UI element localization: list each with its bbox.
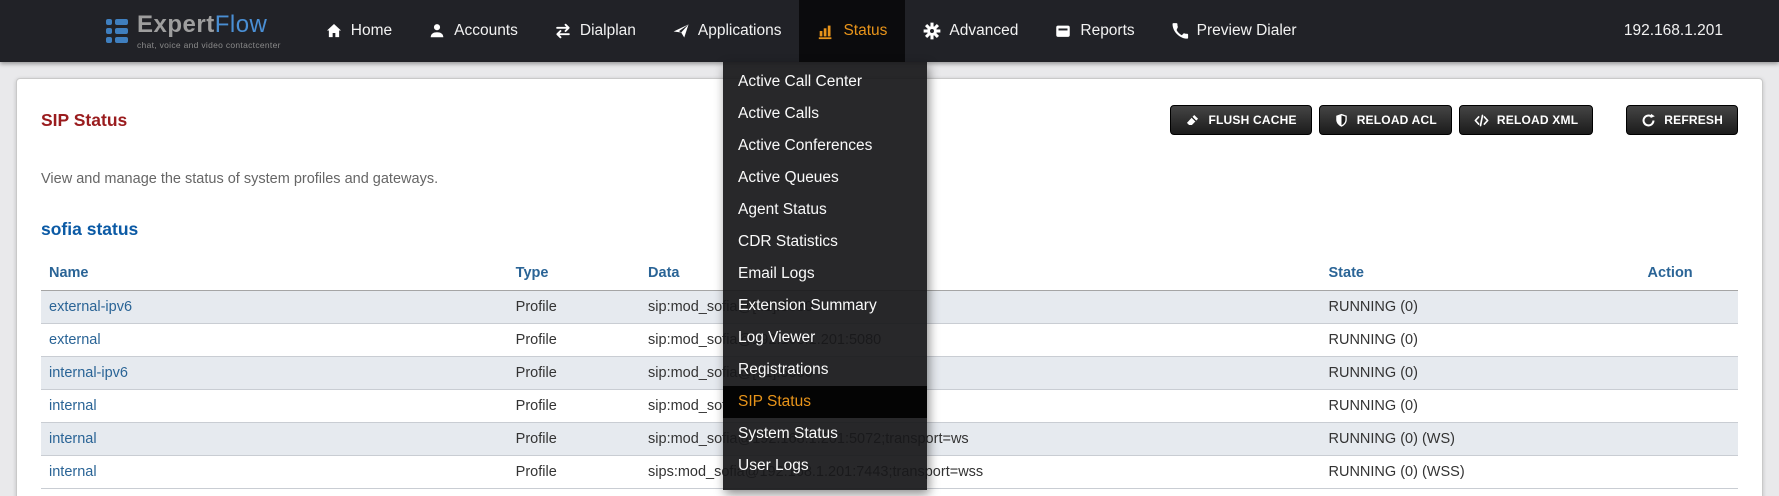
cell-type: Profile — [508, 324, 640, 357]
nav-item-applications[interactable]: Applications — [654, 0, 800, 62]
cell-type: Profile — [508, 357, 640, 390]
nav-item-home[interactable]: Home — [307, 0, 410, 62]
nav-item-accounts[interactable]: Accounts — [410, 0, 536, 62]
reload-xml-button[interactable]: RELOAD XML — [1459, 105, 1593, 135]
column-header-name: Name — [41, 256, 508, 291]
column-header-action: Action — [1640, 256, 1738, 291]
toolbar: FLUSH CACHE RELOAD ACL RELOAD XML REFRES… — [1170, 105, 1738, 135]
cell-state: RUNNING (0) — [1321, 357, 1640, 390]
cell-type: Profile — [508, 390, 640, 423]
reload-acl-button[interactable]: RELOAD ACL — [1319, 105, 1452, 135]
gear-icon — [923, 22, 941, 40]
cell-type: Profile — [508, 291, 640, 324]
cell-state: RUNNING (0) — [1321, 390, 1640, 423]
status-dropdown-menu: Active Call Center Active Calls Active C… — [723, 62, 927, 490]
app-screen: ExpertFlow chat, voice and video contact… — [0, 0, 1779, 496]
top-navbar: ExpertFlow chat, voice and video contact… — [0, 0, 1779, 62]
cell-type: Profile — [508, 423, 640, 456]
nav-item-advanced[interactable]: Advanced — [905, 0, 1036, 62]
dropdown-item-active-call-center[interactable]: Active Call Center — [723, 66, 927, 98]
dropdown-item-agent-status[interactable]: Agent Status — [723, 194, 927, 226]
cell-action — [1640, 357, 1738, 390]
cell-action — [1640, 390, 1738, 423]
dropdown-item-active-conferences[interactable]: Active Conferences — [723, 130, 927, 162]
cell-type: Profile — [508, 456, 640, 489]
cell-state: RUNNING (0) — [1321, 324, 1640, 357]
main-nav: Home Accounts Dialplan Applications Stat… — [307, 0, 1315, 62]
dropdown-item-extension-summary[interactable]: Extension Summary — [723, 290, 927, 322]
cell-state: RUNNING (0) (WSS) — [1321, 456, 1640, 489]
dropdown-item-system-status[interactable]: System Status — [723, 418, 927, 450]
paper-plane-icon — [672, 22, 690, 40]
profile-link[interactable]: internal — [41, 423, 508, 456]
profile-link[interactable]: internal-ipv6 — [41, 357, 508, 390]
user-icon — [428, 22, 446, 40]
column-header-type: Type — [508, 256, 640, 291]
dropdown-item-email-logs[interactable]: Email Logs — [723, 258, 927, 290]
profile-link[interactable]: internal — [41, 390, 508, 423]
code-icon — [1474, 113, 1489, 128]
cell-state: RUNNING (0) (WS) — [1321, 423, 1640, 456]
expertflow-logo[interactable]: ExpertFlow chat, voice and video contact… — [106, 13, 281, 50]
page-title: SIP Status — [41, 110, 127, 131]
cell-action — [1640, 423, 1738, 456]
flush-cache-button[interactable]: FLUSH CACHE — [1170, 105, 1311, 135]
cell-state: RUNNING (0) — [1321, 291, 1640, 324]
nav-item-reports[interactable]: Reports — [1036, 0, 1152, 62]
cell-action — [1640, 456, 1738, 489]
cell-action — [1640, 291, 1738, 324]
dropdown-item-active-queues[interactable]: Active Queues — [723, 162, 927, 194]
dropdown-item-registrations[interactable]: Registrations — [723, 354, 927, 386]
drive-icon — [1054, 22, 1072, 40]
bar-chart-icon — [817, 22, 835, 40]
dropdown-item-cdr-statistics[interactable]: CDR Statistics — [723, 226, 927, 258]
home-icon — [325, 22, 343, 40]
profile-link[interactable]: internal — [41, 456, 508, 489]
refresh-button[interactable]: REFRESH — [1626, 105, 1738, 135]
logo-tagline: chat, voice and video contactcenter — [137, 40, 281, 50]
dropdown-item-log-viewer[interactable]: Log Viewer — [723, 322, 927, 354]
profile-link[interactable]: external-ipv6 — [41, 291, 508, 324]
server-ip: 192.168.1.201 — [1624, 22, 1723, 40]
swap-arrows-icon — [554, 22, 572, 40]
logo-text: ExpertFlow — [137, 13, 281, 37]
dropdown-item-user-logs[interactable]: User Logs — [723, 450, 927, 482]
column-header-state: State — [1321, 256, 1640, 291]
nav-item-preview-dialer[interactable]: Preview Dialer — [1153, 0, 1315, 62]
nav-item-dialplan[interactable]: Dialplan — [536, 0, 654, 62]
profile-link[interactable]: external — [41, 324, 508, 357]
nav-item-status[interactable]: Status — [799, 0, 905, 62]
dropdown-item-active-calls[interactable]: Active Calls — [723, 98, 927, 130]
phone-icon — [1171, 22, 1189, 40]
eraser-icon — [1185, 113, 1200, 128]
refresh-icon — [1641, 113, 1656, 128]
dropdown-item-sip-status[interactable]: SIP Status — [723, 386, 927, 418]
expertflow-logo-icon — [106, 18, 130, 44]
shield-icon — [1334, 113, 1349, 128]
cell-action — [1640, 324, 1738, 357]
